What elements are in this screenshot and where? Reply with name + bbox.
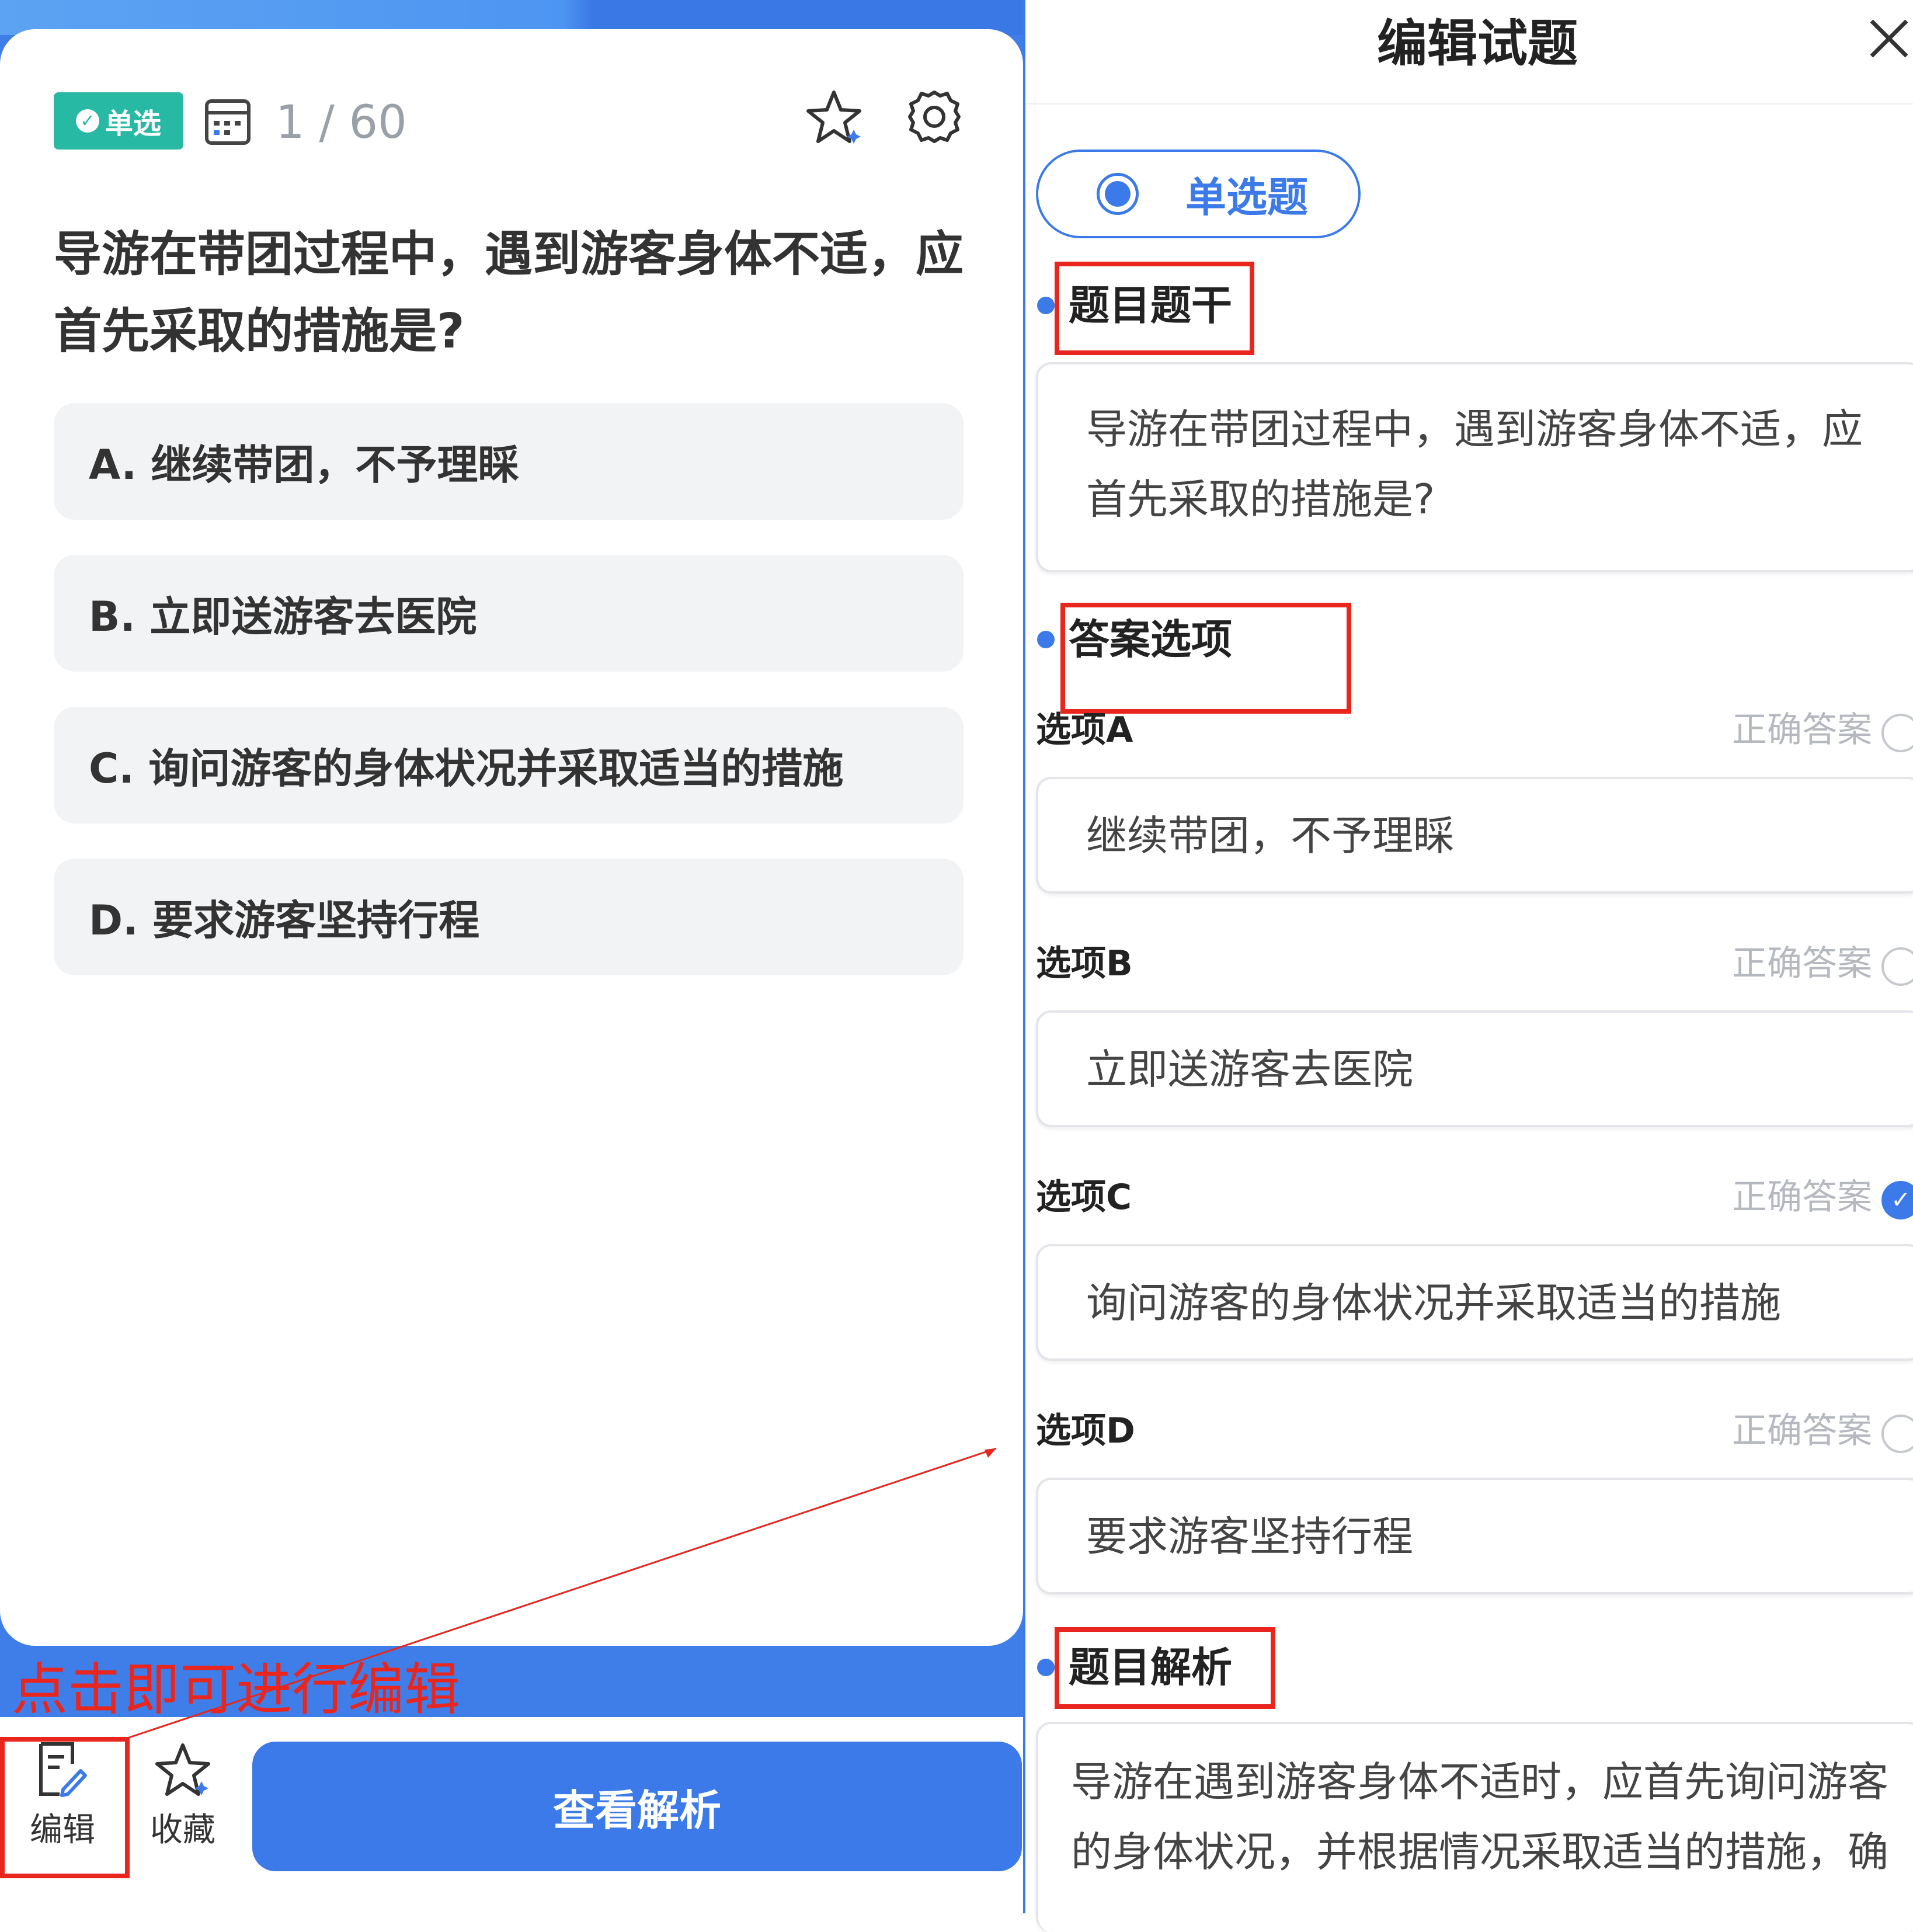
favorite-star-icon[interactable]	[805, 88, 863, 146]
option-c-label: 选项C	[1036, 1177, 1132, 1218]
option-c-value: 询问游客的身体状况并采取适当的措施	[1086, 1279, 1781, 1327]
option-d-input[interactable]: 要求游客坚持行程	[1036, 1478, 1913, 1594]
check-circle-icon: ✓	[75, 109, 99, 133]
annotation-box-options	[1060, 603, 1351, 714]
annotation-box-stem	[1055, 262, 1254, 355]
annotation-box-analysis	[1055, 1627, 1275, 1709]
favorite-label: 收藏	[150, 1811, 215, 1849]
section-dot	[1037, 297, 1055, 314]
option-c-input[interactable]: 询问游客的身体状况并采取适当的措施	[1036, 1244, 1913, 1361]
annotation-box-edit	[0, 1737, 130, 1878]
answer-sheet-icon[interactable]	[204, 96, 251, 145]
option-a-value: 继续带团，不予理睬	[1086, 812, 1454, 860]
close-icon[interactable]	[1866, 15, 1912, 62]
option-c[interactable]: C. 询问游客的身体状况并采取适当的措施	[54, 707, 964, 823]
option-a[interactable]: A. 继续带团，不予理睬	[54, 403, 964, 520]
option-b-label: 选项B	[1036, 943, 1133, 984]
annotation-caption: 点击即可进行编辑	[12, 1657, 460, 1722]
correct-answer-label: 正确答案	[1732, 943, 1872, 984]
panel-title: 编辑试题	[1377, 15, 1578, 73]
star-icon	[155, 1743, 210, 1796]
stem-textarea[interactable]: 导游在带团过程中，遇到游客身体不适，应 首先采取的措施是?	[1036, 362, 1913, 572]
question-counter: 1 / 60	[276, 96, 407, 149]
settings-gear-icon[interactable]	[905, 88, 964, 146]
option-b-input[interactable]: 立即送游客去医院	[1036, 1010, 1913, 1127]
option-d-label: 选项D	[1036, 1410, 1135, 1451]
question-type-option-label: 单选题	[1185, 173, 1308, 221]
correct-answer-label: 正确答案	[1732, 710, 1872, 750]
correct-answer-label: 正确答案	[1732, 1177, 1872, 1218]
option-a-input[interactable]: 继续带团，不予理睬	[1036, 777, 1913, 894]
analysis-textarea[interactable]: 导游在遇到游客身体不适时，应首先询问游客 的身体状况，并根据情况采取适当的措施，…	[1036, 1722, 1913, 1932]
analysis-text-line-1: 导游在遇到游客身体不适时，应首先询问游客	[1071, 1758, 1888, 1806]
header-divider	[1025, 103, 1913, 105]
analysis-text-line-2: 的身体状况，并根据情况采取适当的措施，确	[1071, 1828, 1888, 1876]
section-dot	[1037, 1659, 1055, 1676]
stem-text-line-1: 导游在带团过程中，遇到游客身体不适，应	[1086, 405, 1863, 453]
favorite-button[interactable]: 收藏	[133, 1740, 232, 1869]
option-d-value: 要求游客坚持行程	[1086, 1513, 1413, 1561]
section-dot	[1037, 631, 1055, 648]
view-analysis-button[interactable]: 查看解析	[252, 1742, 1022, 1871]
question-type-selector[interactable]: 单选题	[1036, 150, 1361, 238]
option-b[interactable]: B. 立即送游客去医院	[54, 555, 964, 672]
option-a-label: 选项A	[1036, 710, 1133, 750]
stem-text-line-2: 首先采取的措施是?	[1086, 475, 1435, 523]
radio-selected-icon	[1097, 173, 1139, 215]
option-b-value: 立即送游客去医院	[1086, 1045, 1413, 1093]
option-d[interactable]: D. 要求游客坚持行程	[54, 859, 964, 975]
question-text: 导游在带团过程中，遇到游客身体不适，应首先采取的措施是?	[54, 227, 964, 359]
correct-answer-label: 正确答案	[1732, 1410, 1872, 1451]
question-type-label: 单选	[105, 107, 161, 140]
question-type-badge: ✓ 单选	[54, 92, 183, 150]
